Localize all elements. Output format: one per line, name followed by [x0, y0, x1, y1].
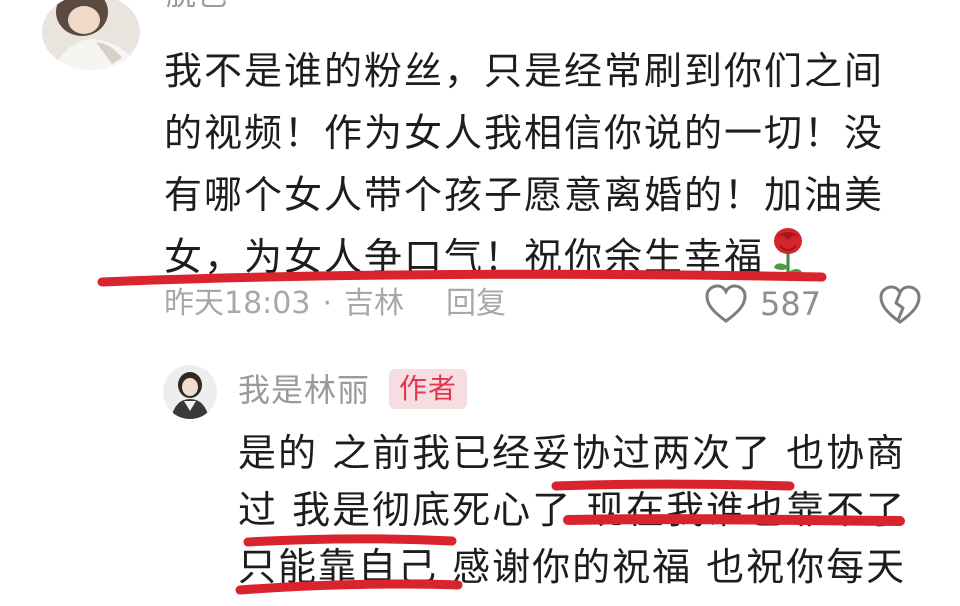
broken-heart-icon [879, 285, 921, 324]
comment-meta: 昨天18:03 · 吉林 回复 [164, 284, 506, 324]
reply-line: 是的 之前我已经妥协过两次了 也协商 [238, 431, 907, 475]
comment-line: 我不是谁的粉丝，只是经常刷到你们之间 [164, 49, 885, 93]
author-username[interactable]: 我是林丽 [238, 369, 370, 411]
reply-button[interactable]: 回复 [446, 284, 506, 324]
comment-body: 我不是谁的粉丝，只是经常刷到你们之间 的视频！作为女人我相信你说的一切！没 有哪… [164, 40, 904, 288]
comment-line: 有哪个女人带个孩子愿意离婚的！加油美 [164, 173, 885, 217]
author-badge: 作者 [389, 369, 468, 409]
dislike-button[interactable] [878, 284, 922, 326]
reply-body: 是的 之前我已经妥协过两次了 也协商 过 我是彻底死心了 现在我谁也靠不了 只能… [238, 425, 938, 596]
reply-line: 只能靠自己 感谢你的祝福 也祝你每天 [238, 545, 907, 589]
heart-icon [705, 284, 747, 323]
avatar[interactable] [42, 0, 140, 70]
location: 吉林 [344, 286, 405, 321]
comment-line-text: 女，为女人争口气！祝你余生幸福 [164, 235, 765, 279]
comment-line: 的视频！作为女人我相信你说的一切！没 [164, 111, 885, 155]
comment-section: 脱色 我不是谁的粉丝，只是经常刷到你们之间 的视频！作为女人我相信你说的一切！没… [0, 0, 960, 606]
separator: · [322, 286, 333, 321]
author-avatar[interactable] [163, 365, 217, 419]
like-count: 587 [760, 285, 822, 323]
like-button[interactable]: 587 [704, 282, 821, 326]
comment-line: 女，为女人争口气！祝你余生幸福 [164, 226, 904, 288]
timestamp: 昨天18:03 [164, 286, 311, 321]
rose-icon [766, 226, 810, 282]
username[interactable]: 脱色 [166, 0, 228, 12]
reply-line: 过 我是彻底死心了 现在我谁也靠不了 [238, 488, 907, 532]
